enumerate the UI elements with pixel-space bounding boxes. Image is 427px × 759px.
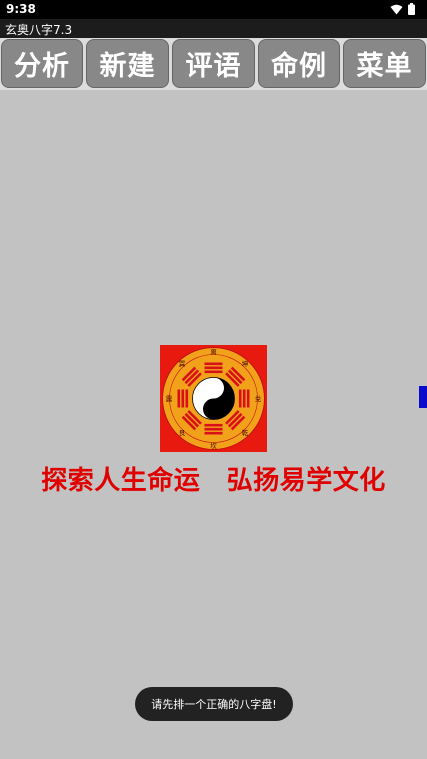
trigram-zhen: 震 bbox=[166, 395, 173, 403]
battery-icon bbox=[408, 3, 415, 15]
trigram-kan: 坎 bbox=[210, 441, 217, 450]
toast-message: 请先排一个正确的八字盘! bbox=[135, 687, 293, 721]
toolbar: 分析 新建 评语 命例 菜单 bbox=[0, 38, 427, 90]
trigram-qian: 乾 bbox=[242, 428, 249, 437]
wifi-icon bbox=[390, 4, 403, 14]
app-title-bar: 玄奥八字7.3 bbox=[0, 19, 427, 38]
status-icons bbox=[390, 3, 415, 15]
analyze-button[interactable]: 分析 bbox=[1, 39, 83, 88]
bagua-taiji-icon: 离 坤 兑 乾 坎 艮 震 巽 bbox=[160, 345, 267, 452]
trigram-li: 离 bbox=[210, 347, 217, 356]
case-examples-button[interactable]: 命例 bbox=[258, 39, 340, 88]
trigram-dui: 兑 bbox=[255, 394, 262, 403]
trigram-xun: 巽 bbox=[179, 360, 186, 368]
menu-button[interactable]: 菜单 bbox=[343, 39, 426, 88]
new-button[interactable]: 新建 bbox=[86, 39, 169, 88]
app-title: 玄奥八字7.3 bbox=[5, 23, 73, 37]
comment-button[interactable]: 评语 bbox=[172, 39, 255, 88]
trigram-kun: 坤 bbox=[242, 359, 249, 368]
slogan: 探索人生命运 弘扬易学文化 bbox=[41, 466, 386, 496]
status-bar: 9:38 bbox=[0, 0, 427, 19]
status-time: 9:38 bbox=[6, 2, 36, 16]
side-tab[interactable] bbox=[419, 386, 427, 408]
trigram-gen: 艮 bbox=[179, 429, 186, 437]
